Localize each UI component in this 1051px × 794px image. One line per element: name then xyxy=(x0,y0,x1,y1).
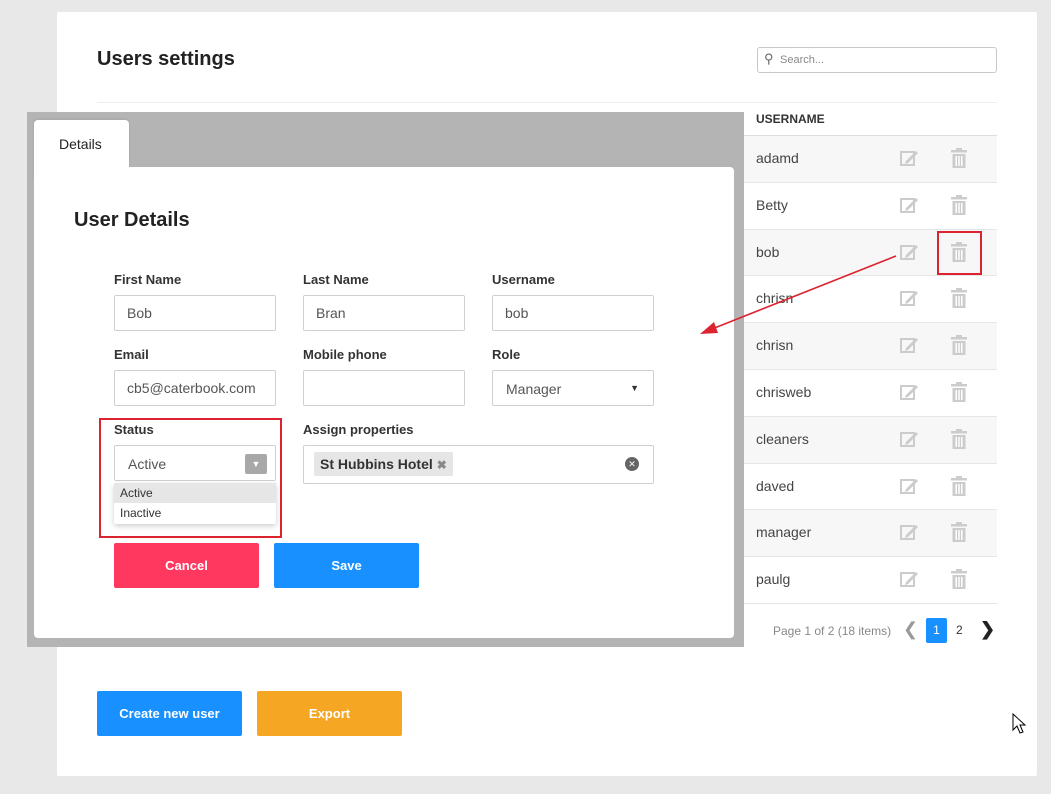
trash-icon[interactable] xyxy=(948,475,970,497)
trash-icon[interactable] xyxy=(948,428,970,450)
trash-icon[interactable] xyxy=(948,521,970,543)
table-row: adamd xyxy=(744,136,997,183)
edit-icon[interactable] xyxy=(898,521,920,543)
annotation-box-trash xyxy=(937,231,982,275)
mouse-cursor-icon xyxy=(1012,713,1027,734)
assign-properties-field[interactable]: St Hubbins Hotel ✖ ✕ xyxy=(303,445,654,484)
edit-icon[interactable] xyxy=(898,287,920,309)
table-row: paulg xyxy=(744,557,997,604)
table-row: daved xyxy=(744,464,997,511)
pagination-info: Page 1 of 2 (18 items) xyxy=(773,624,892,638)
username-cell: daved xyxy=(756,477,795,494)
username-cell: Betty xyxy=(756,196,788,213)
users-table-body: adamd Betty bob chrisn chrisn chrisweb c… xyxy=(744,136,997,604)
save-button[interactable]: Save xyxy=(274,543,419,588)
username-cell: cleaners xyxy=(756,430,809,447)
column-header-username[interactable]: USERNAME xyxy=(756,112,825,126)
username-cell: chrisweb xyxy=(756,383,812,400)
pagination: Page 1 of 2 (18 items) ❮ 1 2 ❯ xyxy=(773,616,1003,644)
username-cell: bob xyxy=(756,243,780,260)
edit-icon[interactable] xyxy=(898,568,920,590)
first-name-field[interactable] xyxy=(114,295,276,331)
first-name-label: First Name xyxy=(114,272,182,287)
search-icon: ⚲ xyxy=(764,51,774,66)
edit-icon[interactable] xyxy=(898,475,920,497)
tag-remove-icon[interactable]: ✖ xyxy=(437,458,447,472)
edit-icon[interactable] xyxy=(898,381,920,403)
table-row: cleaners xyxy=(744,416,997,464)
role-select[interactable]: Manager ▼ xyxy=(492,370,654,406)
trash-icon[interactable] xyxy=(948,147,970,169)
table-row: chrisweb xyxy=(744,370,997,417)
user-details-modal: User Details First Name Last Name Userna… xyxy=(34,167,734,638)
username-cell: chrisn xyxy=(756,290,794,307)
email-field[interactable] xyxy=(114,370,276,406)
role-label: Role xyxy=(492,347,521,362)
table-row: manager xyxy=(744,510,997,558)
create-new-user-button[interactable]: Create new user xyxy=(97,691,242,736)
page-1-button[interactable]: 1 xyxy=(926,618,947,643)
modal-overlay: Details User Details First Name Last Nam… xyxy=(27,112,744,647)
edit-icon[interactable] xyxy=(898,147,920,169)
clear-icon[interactable]: ✕ xyxy=(625,457,639,471)
search-box[interactable]: ⚲ xyxy=(757,47,997,73)
property-tag: St Hubbins Hotel ✖ xyxy=(314,452,453,476)
username-cell: chrisn xyxy=(756,337,794,354)
trash-icon[interactable] xyxy=(948,568,970,590)
trash-icon[interactable] xyxy=(948,381,970,403)
chevron-right-icon[interactable]: ❯ xyxy=(980,619,995,640)
modal-title: User Details xyxy=(74,209,190,231)
username-cell: manager xyxy=(756,524,812,541)
chevron-left-icon[interactable]: ❮ xyxy=(903,619,918,640)
username-field[interactable] xyxy=(492,295,654,331)
mobile-phone-field[interactable] xyxy=(303,370,465,406)
last-name-label: Last Name xyxy=(303,272,369,287)
page-2-button[interactable]: 2 xyxy=(956,623,963,637)
username-label: Username xyxy=(492,272,555,287)
table-row: Betty xyxy=(744,183,997,230)
tab-details-label: Details xyxy=(59,136,102,152)
property-tag-label: St Hubbins Hotel xyxy=(320,456,433,472)
table-row: chrisn xyxy=(744,323,997,370)
last-name-field[interactable] xyxy=(303,295,465,331)
edit-icon[interactable] xyxy=(898,241,920,263)
trash-icon[interactable] xyxy=(948,194,970,216)
role-value: Manager xyxy=(506,381,562,397)
edit-icon[interactable] xyxy=(898,334,920,356)
username-cell: paulg xyxy=(756,571,791,588)
assign-properties-label: Assign properties xyxy=(303,422,414,437)
mobile-phone-label: Mobile phone xyxy=(303,347,387,362)
trash-icon[interactable] xyxy=(948,334,970,356)
username-cell: adamd xyxy=(756,150,799,166)
table-row: chrisn xyxy=(744,276,997,324)
email-label: Email xyxy=(114,347,149,362)
cancel-button[interactable]: Cancel xyxy=(114,543,259,588)
trash-icon[interactable] xyxy=(948,287,970,309)
page-title: Users settings xyxy=(97,48,235,70)
annotation-box-status xyxy=(99,418,282,538)
edit-icon[interactable] xyxy=(898,428,920,450)
search-input[interactable] xyxy=(780,51,990,69)
caret-down-icon: ▼ xyxy=(630,383,639,393)
edit-icon[interactable] xyxy=(898,194,920,216)
table-divider xyxy=(97,102,997,103)
export-button[interactable]: Export xyxy=(257,691,402,736)
